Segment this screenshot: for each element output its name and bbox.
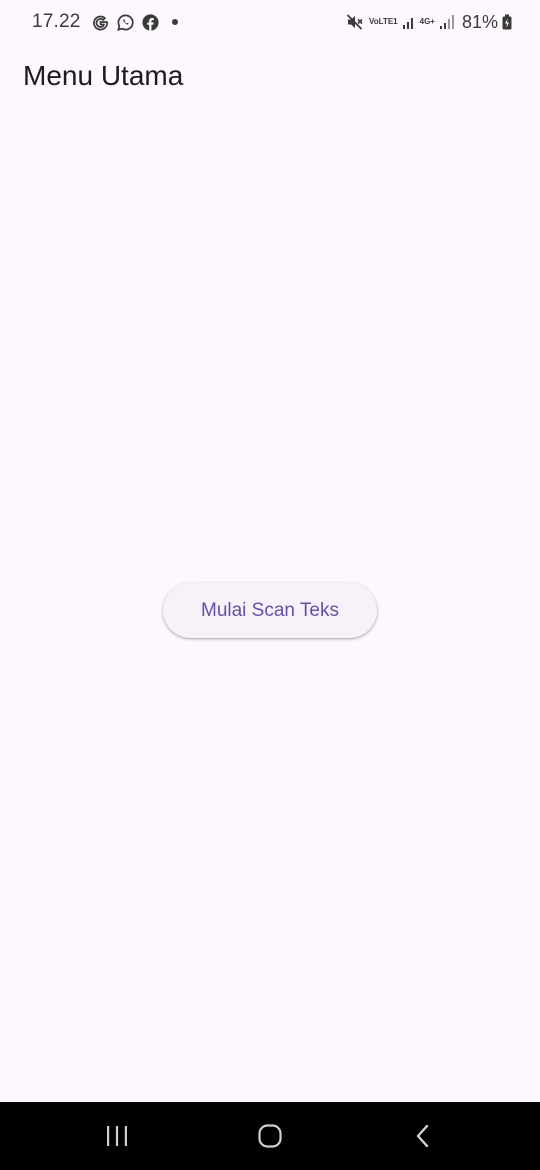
- volte-label: VoLTE1: [369, 17, 398, 26]
- start-scan-button[interactable]: Mulai Scan Teks: [163, 583, 377, 638]
- page-title: Menu Utama: [23, 60, 184, 91]
- facebook-icon: [141, 12, 161, 32]
- home-icon[interactable]: [240, 1111, 300, 1161]
- battery-percent: 81%: [461, 11, 498, 32]
- mute-icon: [345, 12, 365, 32]
- more-notifications-dot: [171, 19, 178, 25]
- status-right: VoLTE1 4G+ 81%: [345, 12, 512, 33]
- signal-icon-1: [402, 14, 416, 30]
- status-left: 17.22: [32, 11, 178, 33]
- navigation-bar: [0, 1102, 540, 1170]
- status-time: 17.22: [32, 11, 81, 32]
- screen: 17.22 VoLTE1 4G+ 81% Menu Utama Mulai Sc…: [0, 0, 540, 1170]
- recent-apps-icon[interactable]: [87, 1111, 147, 1161]
- whatsapp-icon: [116, 12, 136, 32]
- google-icon: [91, 12, 111, 32]
- network-type-label: 4G+: [419, 17, 435, 26]
- battery-charging-icon: [502, 14, 512, 30]
- back-icon[interactable]: [393, 1111, 453, 1161]
- status-bar: 17.22 VoLTE1 4G+ 81%: [0, 0, 540, 44]
- signal-icon-2: [439, 14, 455, 30]
